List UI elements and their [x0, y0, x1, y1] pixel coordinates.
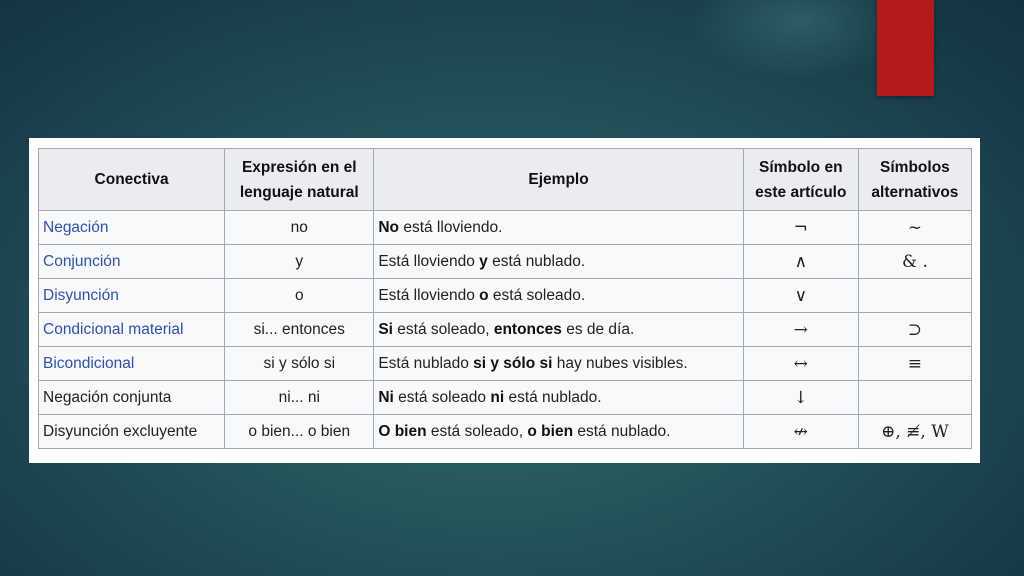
table-image: Conectiva Expresión en el lenguaje natur…: [29, 138, 980, 463]
symbol-cell: ↔: [742, 346, 859, 381]
expression-cell: no: [224, 210, 375, 245]
example-text: está soleado,: [393, 320, 494, 338]
accent-tab: [877, 0, 934, 96]
alternatives-cell: [857, 278, 973, 313]
symbol-cell: ¬: [742, 210, 859, 245]
table-row: Conjunción y Está lloviendo y está nublado…: [37, 244, 973, 279]
example-cell: Está lloviendo o está soleado.: [373, 278, 744, 313]
symbol-cell: ∧: [742, 244, 859, 279]
example-keyword: ni: [490, 388, 505, 406]
alternatives-cell: & .: [857, 244, 973, 279]
connective-link[interactable]: Disyunción: [37, 278, 226, 313]
table-body: Negación no No está lloviendo. ¬ ∼ Conjunción…: [37, 210, 973, 449]
header-example: Ejemplo: [373, 148, 744, 211]
connective-link[interactable]: Conjunción: [37, 244, 226, 279]
example-text: está nublado.: [573, 422, 671, 440]
header-alternatives: Símbolos alternativos: [857, 148, 973, 211]
example-cell: No está lloviendo.: [373, 210, 744, 245]
symbol-cell: ∨: [742, 278, 859, 313]
symbol-cell: ↓: [742, 380, 859, 415]
example-cell: Si está soleado, entonces es de día.: [373, 312, 744, 347]
example-keyword: No: [378, 218, 400, 236]
header-row: Conectiva Expresión en el lenguaje natur…: [37, 148, 973, 211]
expression-cell: o: [224, 278, 375, 313]
example-cell: Está lloviendo y está nublado.: [373, 244, 744, 279]
connective-cell: Negación conjunta: [37, 380, 226, 415]
example-cell: Está nublado si y sólo si hay nubes visi…: [373, 346, 744, 381]
example-text: Está nublado: [378, 354, 474, 372]
alternatives-cell: ⊃: [857, 312, 973, 347]
example-keyword: Si: [378, 320, 393, 338]
alternatives-cell: ⊕, ≢, W: [857, 414, 973, 449]
example-cell: O bien está soleado, o bien está nublado…: [373, 414, 744, 449]
symbol-cell: ↮: [742, 414, 859, 449]
connective-cell: Disyunción excluyente: [37, 414, 226, 449]
example-keyword: O bien: [378, 422, 427, 440]
example-text: está nublado.: [487, 252, 586, 270]
connective-link[interactable]: Bicondicional: [37, 346, 226, 381]
example-cell: Ni está soleado ni está nublado.: [373, 380, 744, 415]
example-keyword: y: [479, 252, 488, 270]
connective-link[interactable]: Negación: [37, 210, 226, 245]
alternatives-cell: [857, 380, 973, 415]
example-text: Está lloviendo: [378, 252, 480, 270]
example-text: está soleado,: [426, 422, 528, 440]
table-row: Negación no No está lloviendo. ¬ ∼: [37, 210, 973, 245]
header-expression: Expresión en el lenguaje natural: [224, 148, 375, 211]
expression-cell: ni... ni: [224, 380, 375, 415]
example-text: Está lloviendo: [378, 286, 480, 304]
example-text: es de día.: [561, 320, 635, 338]
expression-cell: o bien... o bien: [224, 414, 375, 449]
example-keyword: o: [479, 286, 489, 304]
example-keyword: o bien: [527, 422, 574, 440]
example-text: está lloviendo.: [399, 218, 503, 236]
example-keyword: si y sólo si: [473, 354, 553, 372]
example-text: está soleado.: [488, 286, 586, 304]
example-text: hay nubes visibles.: [552, 354, 688, 372]
example-keyword: Ni: [378, 388, 394, 406]
connective-link[interactable]: Condicional material: [37, 312, 226, 347]
example-text: está nublado.: [504, 388, 602, 406]
expression-cell: si y sólo si: [224, 346, 375, 381]
table-row: Disyunción excluyente o bien... o bien O b…: [37, 414, 973, 449]
table-row: Negación conjunta ni... ni Ni está soleado…: [37, 380, 973, 415]
table-row: Condicional material si... entonces Si est…: [37, 312, 973, 347]
symbol-cell: →: [742, 312, 859, 347]
alternatives-cell: ∼: [857, 210, 973, 245]
example-text: está soleado: [393, 388, 491, 406]
alternatives-cell: ≡: [857, 346, 973, 381]
header-connective: Conectiva: [37, 148, 226, 211]
example-keyword: entonces: [493, 320, 562, 338]
table-row: Disyunción o Está lloviendo o está soleado…: [37, 278, 973, 313]
expression-cell: si... entonces: [224, 312, 375, 347]
table-row: Bicondicional si y sólo si Está nublado si…: [37, 346, 973, 381]
header-symbol: Símbolo en este artículo: [742, 148, 859, 211]
connectives-table: Conectiva Expresión en el lenguaje natur…: [37, 148, 973, 449]
expression-cell: y: [224, 244, 375, 279]
